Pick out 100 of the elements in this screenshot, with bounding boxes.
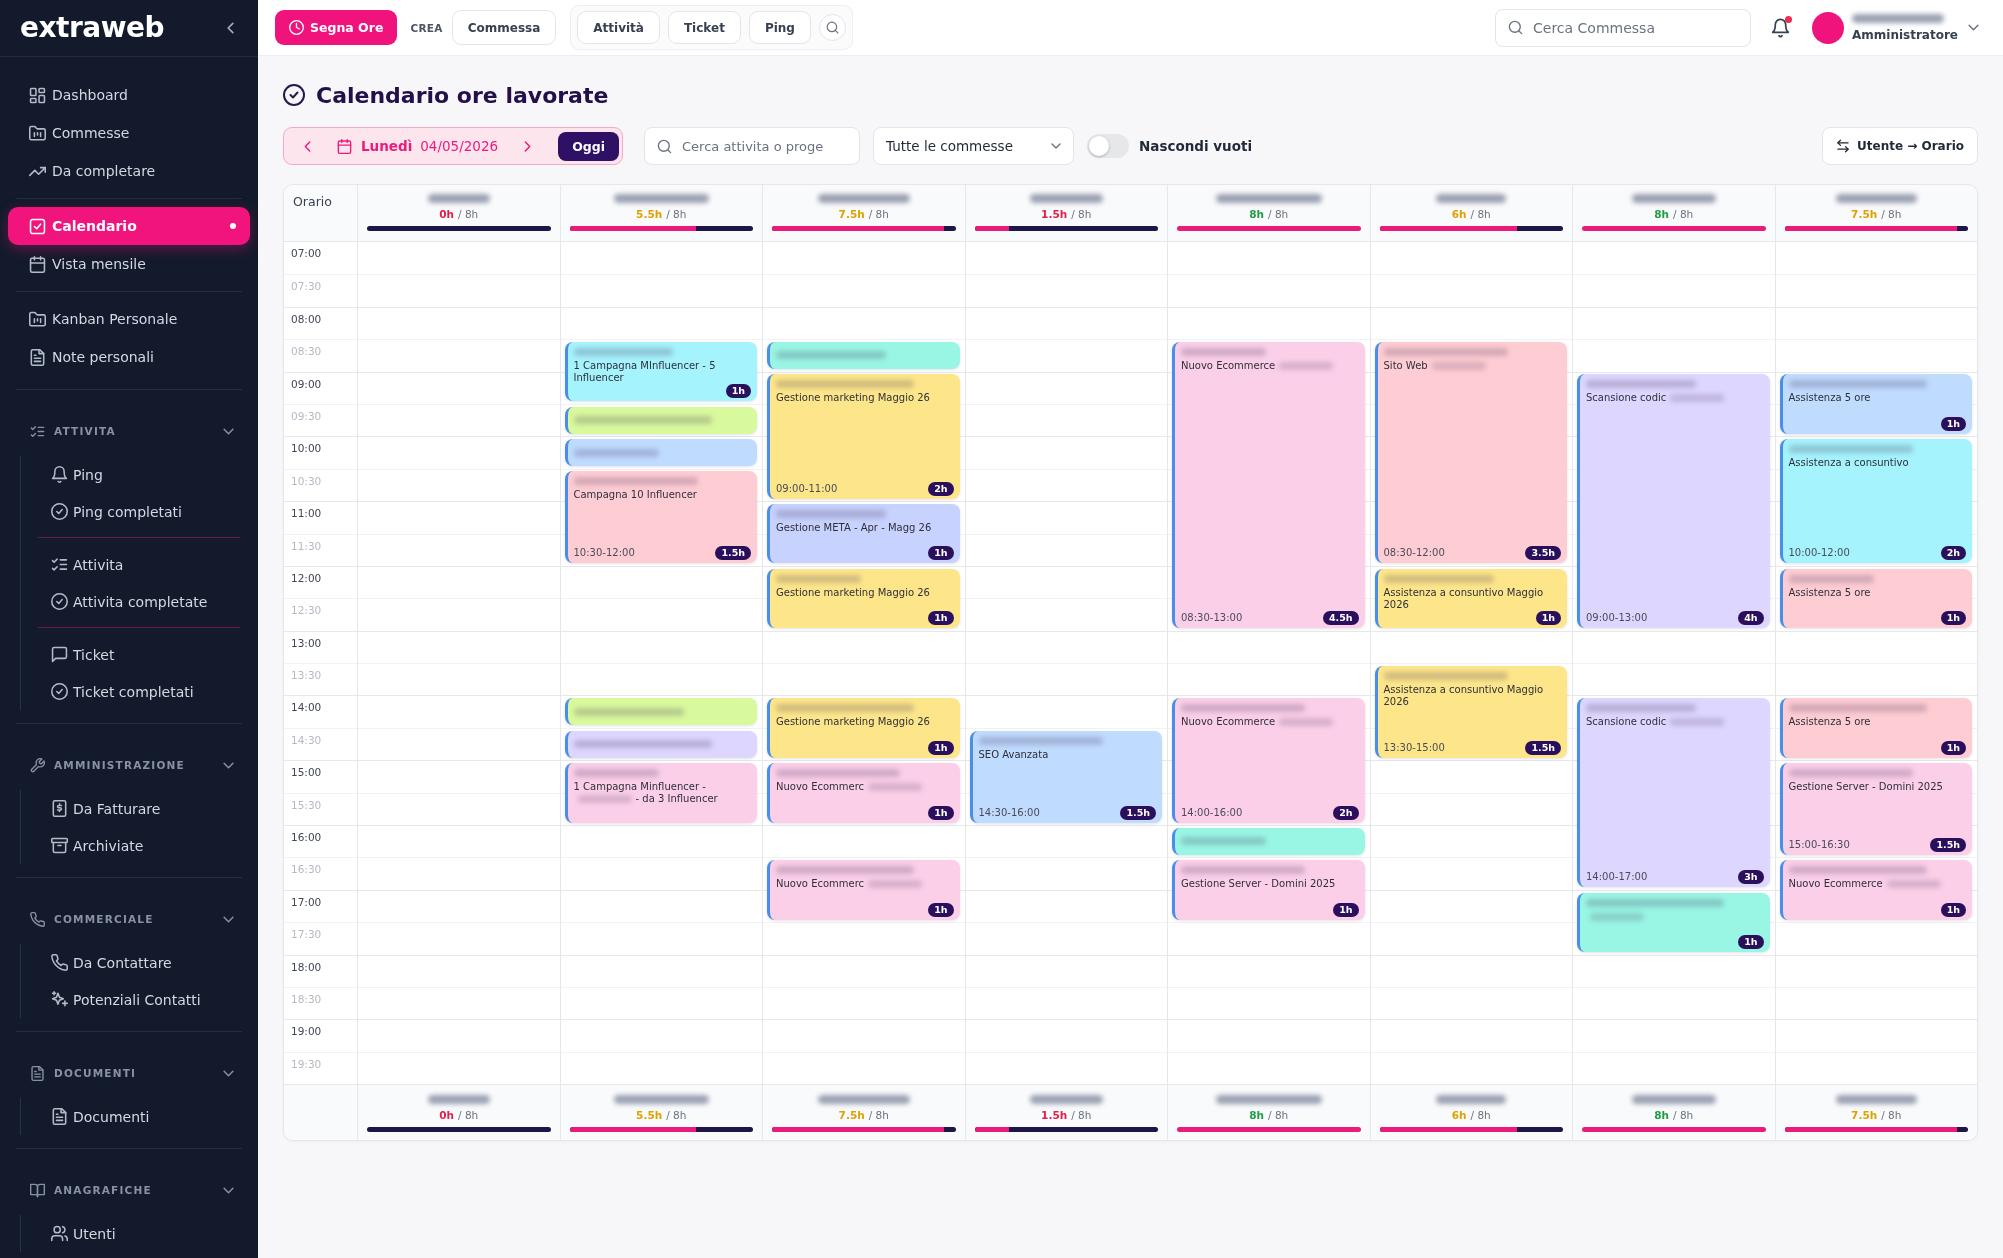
sidebar-item[interactable]: Ticket completati: [21, 673, 250, 710]
sidebar-item[interactable]: Potenziali Contatti: [21, 981, 250, 1018]
create-label: CREA: [410, 21, 443, 34]
sidebar-item[interactable]: Da Fatturare: [21, 790, 250, 827]
event-card[interactable]: [564, 698, 757, 726]
time-label: 17:30: [290, 927, 322, 942]
create-button[interactable]: Commessa: [451, 10, 557, 45]
view-switch-button[interactable]: Utente → Orario: [1822, 127, 1978, 165]
search-button[interactable]: [818, 14, 846, 41]
hours-target: / 8h: [1881, 208, 1902, 220]
event-card[interactable]: Sito Web 08:30-12:00 3.5h: [1374, 341, 1567, 564]
search-field[interactable]: Cerca attivita o proge: [644, 127, 860, 165]
quick-action-button[interactable]: Ticket: [667, 11, 741, 44]
search-field[interactable]: Cerca Commessa: [1495, 8, 1751, 47]
event-card[interactable]: 1 Campagna MInfluencer - 5 Influencer 1h: [564, 341, 757, 402]
time-label: 19:30: [290, 1056, 322, 1071]
event-card[interactable]: Scansione codic 09:00-13:00 4h: [1577, 374, 1770, 629]
event-card[interactable]: Gestione marketing Maggio 26 09:00-11:00 2h: [767, 374, 960, 499]
event-card[interactable]: Gestione META - Apr - Magg 26 1h: [767, 503, 960, 564]
dollar-document-icon: [51, 800, 68, 817]
event-card[interactable]: 1 Campagna Minfluencer - - da 3 Influencer: [564, 762, 757, 823]
sidebar-item[interactable]: Ticket: [21, 636, 250, 673]
user-menu-button[interactable]: [1968, 24, 1979, 31]
duration-badge: 1h: [928, 546, 954, 561]
section-header[interactable]: AMMINISTRAZIONE: [8, 748, 250, 782]
event-title: Gestione marketing Maggio 26: [776, 716, 930, 728]
project-filter-dropdown[interactable]: Tutte le commesse: [873, 127, 1074, 165]
time-column-header: Orario: [284, 185, 357, 242]
event-card[interactable]: Gestione marketing Maggio 26 1h: [767, 698, 960, 758]
quick-action-button[interactable]: Attività: [577, 11, 660, 44]
today-button[interactable]: Oggi: [558, 131, 619, 161]
collapse-sidebar-button[interactable]: [227, 22, 234, 34]
event-title: Campagna 10 Influencer: [573, 489, 697, 501]
notifications-button[interactable]: [1771, 17, 1790, 38]
log-hours-button[interactable]: Segna Ore: [275, 10, 398, 45]
event-card[interactable]: Assistenza a consuntivo Maggio 2026 13:30-15:00 1.5h: [1374, 665, 1567, 758]
event-card[interactable]: Assistenza a consuntivo 10:00-12:00 2h: [1779, 438, 1972, 564]
check-circle-icon: [51, 503, 68, 520]
time-label: 08:30: [290, 344, 322, 359]
sidebar-item[interactable]: Kanban Personale: [8, 300, 250, 338]
sidebar-item[interactable]: Calendario: [8, 207, 250, 245]
quick-action-button[interactable]: Ping: [748, 11, 811, 44]
event-title: Scansione codic: [1586, 392, 1667, 404]
sidebar-item[interactable]: Dashboard: [8, 76, 250, 114]
section-header[interactable]: COMMERCIALE: [8, 902, 250, 936]
duration-badge: 1h: [725, 384, 751, 399]
sidebar-item[interactable]: Ping: [21, 456, 250, 493]
duration-badge: 2h: [1940, 546, 1966, 561]
event-card[interactable]: Nuovo Ecommerce 1h: [1779, 860, 1972, 920]
hours-target: / 8h: [868, 1109, 889, 1122]
event-card[interactable]: Assistenza 5 ore 1h: [1779, 374, 1972, 434]
sidebar-item[interactable]: Ping completati: [21, 493, 250, 530]
sidebar-item[interactable]: Utenti: [21, 1215, 250, 1252]
hours-worked: 7.5h: [838, 208, 865, 220]
event-card[interactable]: [1172, 827, 1365, 856]
calendar-icon: [29, 255, 46, 273]
section-header[interactable]: ANAGRAFICHE: [8, 1173, 250, 1207]
event-card[interactable]: [564, 438, 757, 467]
event-card[interactable]: Campagna 10 Influencer 10:30-12:00 1.5h: [564, 471, 757, 564]
sidebar-item[interactable]: Attivita: [21, 546, 250, 583]
sidebar-item[interactable]: Archiviate: [21, 827, 250, 864]
section-header[interactable]: ATTIVITA: [8, 414, 250, 448]
time-label: 14:00: [290, 700, 322, 715]
event-card[interactable]: Gestione marketing Maggio 26 1h: [767, 568, 960, 629]
event-card[interactable]: Assistenza a consuntivo Maggio 2026 1h: [1374, 568, 1567, 629]
avatar[interactable]: [1812, 11, 1844, 44]
event-card[interactable]: Nuovo Ecommerce 14:00-16:00 2h: [1172, 698, 1365, 823]
event-card[interactable]: Nuovo Ecommerc 1h: [767, 860, 960, 920]
sidebar-item[interactable]: Da Contattare: [21, 944, 250, 981]
event-card[interactable]: Nuovo Ecommerc 1h: [767, 762, 960, 823]
event-card[interactable]: [564, 406, 757, 434]
toggle-label: Nascondi vuoti: [1139, 138, 1253, 154]
event-card[interactable]: Gestione Server - Domini 2025 1h: [1172, 860, 1365, 920]
sidebar-item[interactable]: Documenti: [21, 1098, 250, 1135]
sidebar-item[interactable]: Vista mensile: [8, 245, 250, 283]
time-label: 10:00: [290, 441, 322, 456]
event-card[interactable]: 1h: [1577, 892, 1770, 953]
event-card[interactable]: Nuovo Ecommerce 08:30-13:00 4.5h: [1172, 341, 1365, 629]
time-label: 09:00: [290, 376, 322, 391]
check-circle-icon: [51, 683, 68, 700]
logo: extraweb: [20, 11, 165, 45]
event-card[interactable]: Scansione codic 14:00-17:00 3h: [1577, 698, 1770, 888]
duration-badge: 4h: [1738, 611, 1764, 626]
section-header[interactable]: DOCUMENTI: [8, 1056, 250, 1090]
sidebar-item[interactable]: Attivita completate: [21, 583, 250, 620]
hours-target: / 8h: [1470, 208, 1491, 220]
duration-badge: 1.5h: [1120, 805, 1156, 820]
hide-empty-toggle[interactable]: [1087, 134, 1129, 158]
book-icon: [30, 1182, 45, 1198]
time-label: 15:00: [290, 765, 322, 780]
sidebar-item[interactable]: Da completare: [8, 152, 250, 190]
chevron-down-icon: [223, 915, 234, 923]
event-card[interactable]: [564, 730, 757, 758]
event-card[interactable]: [767, 341, 960, 370]
sidebar-item[interactable]: Commesse: [8, 114, 250, 152]
event-card[interactable]: Assistenza 5 ore 1h: [1779, 698, 1972, 758]
event-card[interactable]: SEO Avanzata 14:30-16:00 1.5h: [969, 730, 1162, 823]
event-card[interactable]: Assistenza 5 ore 1h: [1779, 568, 1972, 629]
sidebar-item[interactable]: Note personali: [8, 338, 250, 376]
event-card[interactable]: Gestione Server - Domini 2025 15:00-16:30 1.5h: [1779, 762, 1972, 856]
